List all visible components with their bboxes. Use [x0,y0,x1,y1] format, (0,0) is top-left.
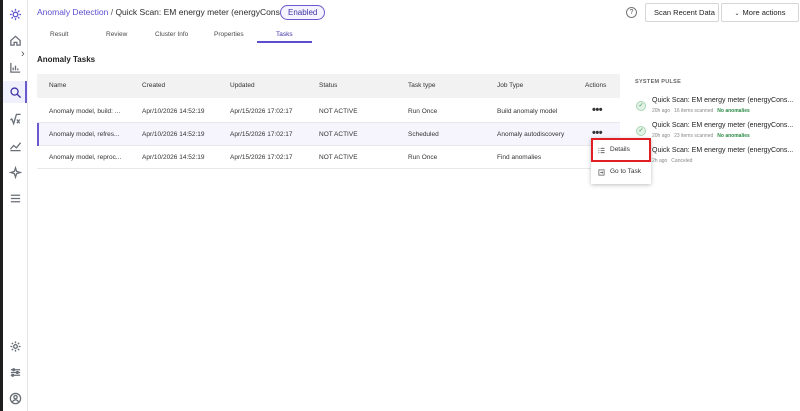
home-icon[interactable] [8,33,22,47]
cell-name: Anomaly model, refres... [49,131,120,138]
table-row[interactable]: Anomaly model, reproc... Apr/10/2026 14:… [37,146,620,169]
window-edge [0,0,3,411]
tab-tasks[interactable]: Tasks [276,31,293,38]
cell-updated: Apr/15/2026 17:02:17 [230,131,293,138]
search-icon[interactable] [8,85,22,99]
pulse-item-status: Canceled [671,158,693,164]
pulse-item-name: Quick Scan: EM energy meter (energyCons.… [652,147,794,154]
more-actions-button[interactable]: ⌄ More actions [721,3,799,22]
pulse-item[interactable]: ✓ Quick Scan: EM energy meter (energyCon… [635,97,800,119]
pulse-item-scanned: 23 items scanned [674,133,714,139]
trend-icon[interactable] [8,138,22,152]
column-header-name[interactable]: Name [49,82,66,89]
page-header: Anomaly Detection / Quick Scan: EM energ… [28,0,800,27]
pulse-item-meta: 20h ago 23 items scanned No anomalies [652,133,750,139]
pulse-item-name: Quick Scan: EM energy meter (energyCons.… [652,97,794,104]
chevron-right-icon[interactable]: › [21,48,25,60]
sparkle-icon[interactable] [8,165,22,179]
section-title: Anomaly Tasks [37,55,96,64]
cell-task-type: Run Once [408,154,438,161]
column-header-task-type[interactable]: Task type [408,82,435,89]
settings-icon[interactable] [8,339,22,353]
column-header-updated[interactable]: Updated [230,82,255,89]
pulse-item-age: 20h ago [652,133,671,139]
tab-bar: Result Review Cluster Info Properties Ta… [28,27,800,43]
cell-updated: Apr/15/2026 17:02:17 [230,108,293,115]
bar-chart-icon[interactable] [8,60,22,74]
pulse-item-meta: 20h ago 16 items scanned No anomalies [652,108,750,114]
chevron-down-icon: ⌄ [734,11,740,17]
table-header: Name Created Updated Status Task type Jo… [37,74,620,98]
cell-created: Apr/10/2026 14:52:19 [142,131,205,138]
pulse-item-age: 2h ago [652,158,668,164]
cell-status: NOT ACTIVE [319,131,358,138]
pulse-item-scanned: 16 items scanned [674,108,714,114]
external-link-icon [598,169,605,176]
pulse-item[interactable]: Quick Scan: EM energy meter (energyCons.… [635,147,800,169]
pulse-item[interactable]: ✓ Quick Scan: EM energy meter (energyCon… [635,122,800,144]
tab-properties[interactable]: Properties [214,31,244,38]
menu-item-label: Go to Task [610,168,641,175]
help-icon[interactable]: ? [626,7,637,18]
cell-task-type: Scheduled [408,131,439,138]
breadcrumb: Anomaly Detection / Quick Scan: EM energ… [37,7,313,17]
column-header-status[interactable]: Status [319,82,337,89]
row-actions-button[interactable]: ••• [592,104,603,116]
cell-name: Anomaly model, reproc... [49,154,122,161]
nav-active-indicator [25,81,27,103]
pulse-item-age: 20h ago [652,108,671,114]
active-tab-indicator [257,41,312,43]
breadcrumb-link-anomaly-detection[interactable]: Anomaly Detection [37,7,108,17]
status-badge: Enabled [280,5,326,20]
menu-item-go-to-task[interactable]: Go to Task [591,162,651,182]
highlight-box [591,138,651,162]
table-row-selected[interactable]: Anomaly model, refres... Apr/10/2026 14:… [37,123,620,146]
cell-job-type: Anomaly autodiscovery [497,131,565,138]
pulse-item-result: No anomalies [717,133,750,139]
cell-created: Apr/10/2026 14:52:19 [142,154,205,161]
tab-cluster-info[interactable]: Cluster Info [155,31,188,38]
selected-row-indicator [37,123,39,146]
column-header-job-type[interactable]: Job Type [497,82,523,89]
cell-created: Apr/10/2026 14:52:19 [142,108,205,115]
cell-name: Anomaly model, build: ... [49,108,121,115]
cell-task-type: Run Once [408,108,438,115]
tab-review[interactable]: Review [106,31,127,38]
scan-recent-data-button[interactable]: Scan Recent Data [645,3,719,22]
table-row[interactable]: Anomaly model, build: ... Apr/10/2026 14… [37,100,620,123]
user-icon[interactable] [8,391,22,405]
tab-result[interactable]: Result [50,31,68,38]
pulse-item-meta: 2h ago Canceled [652,158,696,164]
cell-job-type: Find anomalies [497,154,542,161]
more-actions-label: More actions [742,8,786,17]
column-header-created[interactable]: Created [142,82,165,89]
formula-icon[interactable] [8,112,22,126]
pulse-item-name: Quick Scan: EM energy meter (energyCons.… [652,122,794,129]
cell-status: NOT ACTIVE [319,154,358,161]
cell-status: NOT ACTIVE [319,108,358,115]
system-pulse-title: SYSTEM PULSE [635,79,682,85]
sliders-icon[interactable] [8,365,22,379]
left-nav: › [0,0,28,411]
pulse-item-result: No anomalies [717,108,750,114]
cell-updated: Apr/15/2026 17:02:17 [230,154,293,161]
check-circle-icon: ✓ [636,101,646,111]
menu-icon[interactable] [8,191,22,205]
check-circle-icon: ✓ [636,126,646,136]
app-logo-icon[interactable] [8,7,22,21]
column-header-actions: Actions [585,82,607,89]
cell-job-type: Build anomaly model [497,108,558,115]
